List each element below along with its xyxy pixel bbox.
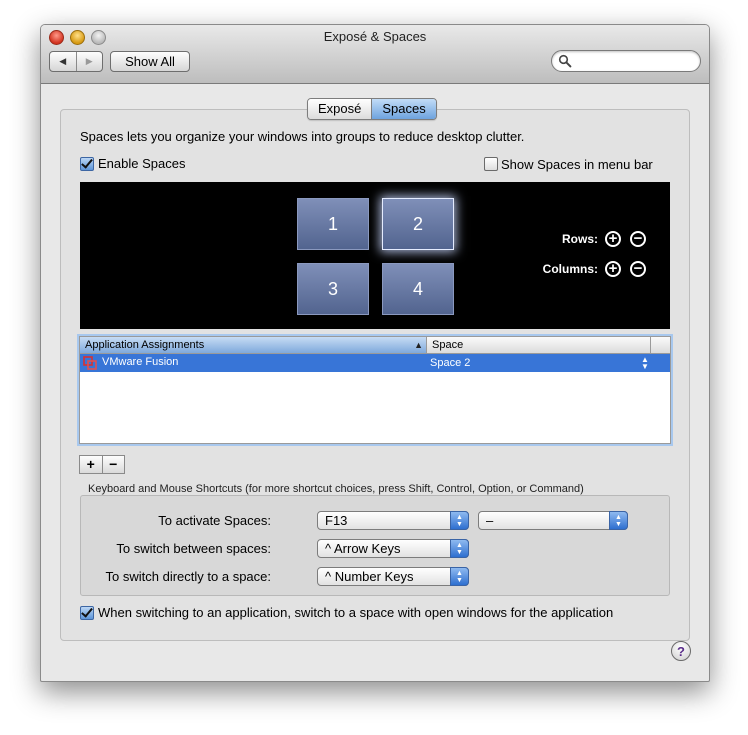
popup-arrows-icon: ▲ ▼ — [450, 539, 469, 558]
enable-spaces-label[interactable]: Enable Spaces — [98, 156, 185, 171]
application-assignments-table[interactable]: Application Assignments ▲ Space VMware F… — [79, 336, 671, 444]
search-icon — [558, 54, 572, 68]
switch-between-label: To switch between spaces: — [116, 541, 271, 556]
show-all-button[interactable]: Show All — [110, 51, 190, 72]
space-tile-2[interactable]: 2 — [382, 198, 454, 250]
add-remove-control: + − — [79, 455, 125, 474]
back-arrow-icon[interactable]: ◀ — [50, 52, 76, 71]
enable-spaces-checkbox[interactable] — [80, 157, 94, 171]
columns-remove-button[interactable]: − — [630, 261, 646, 277]
activate-spaces-key-popup[interactable]: F13 ▲ ▼ — [317, 511, 469, 530]
column-header-space[interactable]: Space — [427, 337, 651, 353]
table-row[interactable]: VMware Fusion Space 2 ▲ ▼ — [80, 354, 670, 372]
column-header-application[interactable]: Application Assignments ▲ — [80, 337, 427, 353]
rows-add-button[interactable]: + — [605, 231, 621, 247]
remove-assignment-button[interactable]: − — [101, 456, 125, 473]
switch-to-space-checkbox[interactable] — [80, 606, 94, 620]
tab-spaces[interactable]: Spaces — [371, 99, 436, 119]
rows-label: Rows: — [562, 232, 598, 246]
space-popup-cell[interactable]: Space 2 — [430, 357, 470, 369]
tab-expose[interactable]: Exposé — [308, 99, 372, 119]
sort-ascending-icon: ▲ — [414, 340, 423, 350]
popup-arrows-icon: ▲ ▼ — [450, 511, 469, 530]
space-tile-1[interactable]: 1 — [297, 198, 369, 250]
popup-arrows-icon: ▲ ▼ — [609, 511, 628, 530]
vmware-fusion-icon — [83, 356, 97, 370]
app-name-cell: VMware Fusion — [102, 356, 179, 368]
search-field[interactable] — [551, 50, 701, 72]
forward-arrow-icon[interactable]: ▶ — [75, 52, 103, 71]
space-tile-4[interactable]: 4 — [382, 263, 454, 315]
switch-to-space-label[interactable]: When switching to an application, switch… — [98, 605, 613, 620]
title-bar[interactable]: Exposé & Spaces ◀ ▶ Show All — [41, 25, 709, 84]
window-title: Exposé & Spaces — [323, 29, 427, 44]
table-header: Application Assignments ▲ Space — [80, 337, 670, 354]
help-button[interactable]: ? — [671, 641, 691, 661]
shortcuts-box: To activate Spaces: F13 ▲ ▼ – ▲ ▼ To switc… — [80, 495, 670, 596]
rows-remove-button[interactable]: − — [630, 231, 646, 247]
show-spaces-menu-bar-checkbox[interactable] — [484, 157, 498, 171]
preferences-window: Exposé & Spaces ◀ ▶ Show All Exposé Spac… — [40, 24, 710, 682]
switch-between-popup[interactable]: ^ Arrow Keys ▲ ▼ — [317, 539, 469, 558]
shortcuts-title: Keyboard and Mouse Shortcuts (for more s… — [88, 483, 584, 495]
column-header-filler — [651, 337, 670, 353]
switch-direct-label: To switch directly to a space: — [105, 569, 271, 584]
search-input[interactable] — [574, 53, 696, 70]
columns-label: Columns: — [542, 262, 598, 276]
activate-spaces-mouse-popup[interactable]: – ▲ ▼ — [478, 511, 628, 530]
switch-direct-popup[interactable]: ^ Number Keys ▲ ▼ — [317, 567, 469, 586]
add-assignment-button[interactable]: + — [80, 456, 102, 473]
space-tile-3[interactable]: 3 — [297, 263, 369, 315]
popup-arrows-icon[interactable]: ▲ ▼ — [641, 356, 649, 371]
columns-add-button[interactable]: + — [605, 261, 621, 277]
tab-bar: Exposé Spaces — [307, 98, 437, 120]
back-forward-control: ◀ ▶ — [49, 51, 103, 72]
show-spaces-menu-bar-label[interactable]: Show Spaces in menu bar — [501, 157, 653, 172]
activate-spaces-label: To activate Spaces: — [158, 513, 271, 528]
spaces-description: Spaces lets you organize your windows in… — [80, 129, 525, 144]
popup-arrows-icon: ▲ ▼ — [450, 567, 469, 586]
spaces-preview: 1 2 3 4 Rows: + − Columns: + − — [80, 182, 670, 329]
